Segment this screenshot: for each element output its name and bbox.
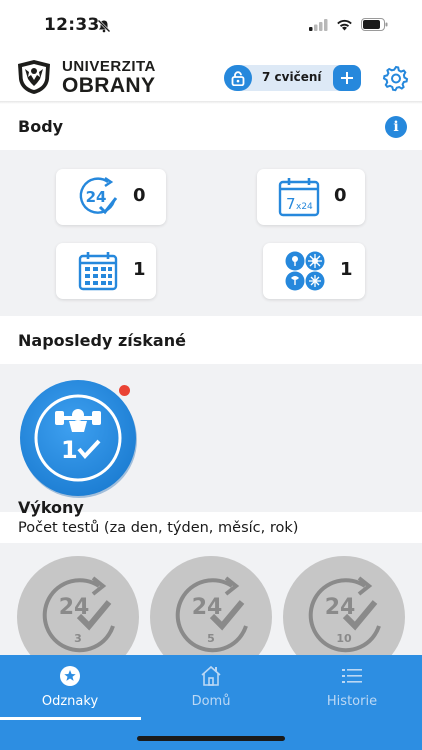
header-divider [0,101,422,104]
badge-count: 3 [74,632,82,645]
badge-period: 24 [59,595,90,620]
tab-badges[interactable]: Odznaky [0,655,140,721]
performance-subtitle: Počet testů (za den, týden, měsíc, rok) [18,520,299,536]
svg-text:24: 24 [86,188,107,206]
points-count: 1 [133,259,146,280]
battery-icon [361,18,388,31]
logo-text: UNIVERZITA OBRANY [62,59,156,96]
unlock-icon [231,70,245,86]
performance-section-title: Výkony [18,498,84,517]
status-indicators [309,18,388,31]
active-tab-indicator [0,717,141,720]
university-logo: UNIVERZITA OBRANY [16,57,156,97]
tab-history[interactable]: Historie [282,655,422,721]
home-indicator[interactable] [137,736,285,741]
info-icon[interactable]: i [385,116,407,138]
calendar-icon [78,252,118,291]
star-badge-icon [60,666,80,686]
status-time: 12:33 [44,15,100,35]
7x24-calendar-icon: 7 x24 [278,178,320,217]
points-count: 1 [340,259,353,280]
signal-icon [309,18,328,31]
svg-text:7: 7 [286,195,296,213]
logo-line-1: UNIVERZITA [62,58,156,75]
tab-label: Odznaky [41,694,99,709]
app-header: UNIVERZITA OBRANY 7 cvičení [0,50,422,102]
badge-count: 10 [336,632,352,645]
exercise-count-label: 7 cvičení [262,70,322,84]
tab-home[interactable]: Domů [141,655,281,721]
points-card-calendar[interactable]: 1 [56,243,156,299]
exercise-counter[interactable]: 7 cvičení [224,65,361,91]
points-card-7x24[interactable]: 7 x24 0 [257,169,365,225]
points-count: 0 [334,185,347,206]
logo-emblem-icon [18,60,50,94]
points-panel: 24 0 7 x24 0 1 1 [0,150,422,316]
wifi-icon [337,19,352,30]
badge-count: 5 [207,632,215,645]
tab-label: Domů [191,694,231,709]
status-bar: 12:33 [0,0,422,50]
badge-period: 24 [325,595,356,620]
gear-icon[interactable] [382,64,410,92]
points-section-title: Body [18,117,64,136]
badge-number: 1 [61,436,78,464]
recent-section-title: Naposledy získané [18,331,186,350]
tab-label: Historie [326,694,378,709]
list-icon [342,669,362,683]
points-card-seasons[interactable]: 1 [263,243,365,299]
notification-dot [119,385,130,396]
unlock-button[interactable] [224,65,252,91]
points-count: 0 [133,185,146,206]
logo-line-2: OBRANY [62,74,156,97]
bell-muted-icon [97,19,111,33]
24h-icon: 24 [79,177,118,215]
plus-icon [341,72,353,84]
points-card-24h[interactable]: 24 0 [56,169,166,225]
four-seasons-icon [285,251,325,291]
badge-period: 24 [192,595,223,620]
home-icon [201,665,221,686]
add-exercise-button[interactable] [333,65,361,91]
svg-text:x24: x24 [296,202,313,212]
